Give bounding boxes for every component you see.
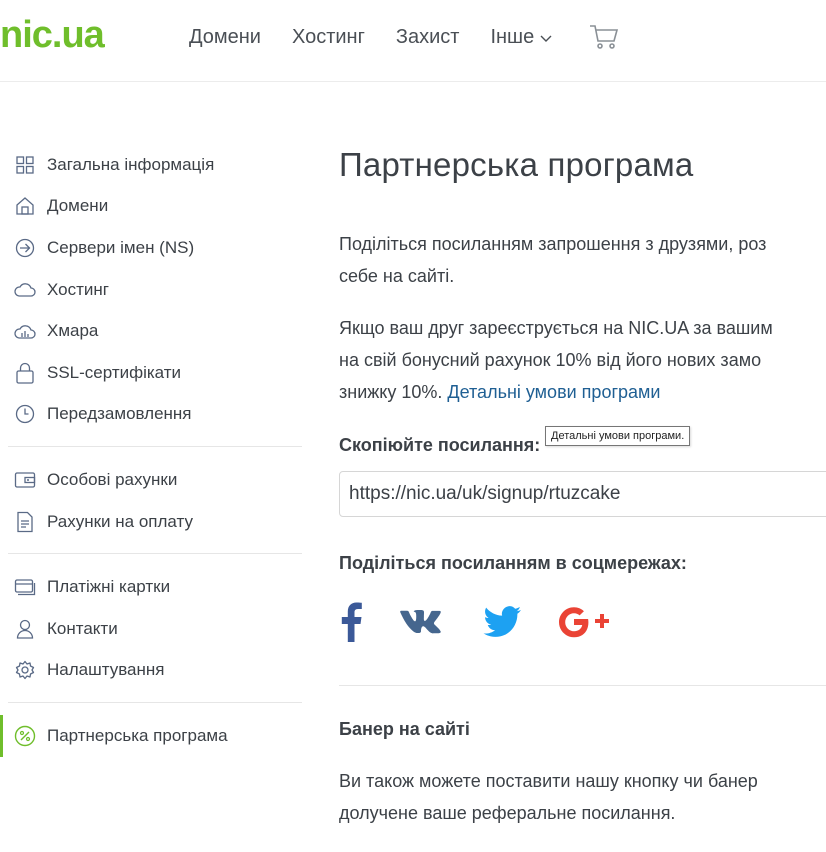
sidebar-item-label: Загальна інформація — [47, 154, 215, 174]
terms-line-prefix: знижку 10%. — [339, 382, 448, 402]
program-terms-link[interactable]: Детальні умови програми — [447, 382, 660, 402]
sidebar-item-partner-program[interactable]: Партнерська програма — [0, 715, 302, 757]
cloud-chart-icon — [14, 320, 36, 342]
logo-ua: ua — [61, 14, 104, 56]
page-title: Партнерська програма — [339, 146, 694, 183]
intro-line: себе на сайті. — [339, 266, 455, 286]
sidebar-item-label: Платіжні картки — [47, 577, 171, 597]
sidebar-divider — [8, 553, 302, 555]
terms-line: на свій бонусний рахунок 10% від його но… — [339, 350, 762, 370]
sidebar-item-label: Налаштування — [47, 660, 165, 680]
cart-icon[interactable] — [589, 24, 619, 50]
gear-icon — [14, 659, 36, 681]
copy-link-heading: Скопіюйте посилання: — [339, 435, 541, 455]
nav-other-label: Інше — [490, 25, 535, 48]
card-icon — [14, 576, 36, 598]
link-tooltip: Детальні умови програми. — [545, 426, 691, 446]
sidebar-item-label: Контакти — [47, 618, 118, 638]
sidebar: Загальна інформація Домени Сервери імен … — [0, 144, 302, 757]
sidebar-item-contacts[interactable]: Контакти — [0, 608, 302, 650]
banner-heading: Банер на сайті — [339, 719, 470, 739]
share-heading: Поділіться посиланням в соцмережах: — [339, 553, 687, 573]
sidebar-item-cloud[interactable]: Хмара — [0, 310, 302, 352]
logo-nic: nic — [0, 14, 53, 56]
sidebar-item-label: Рахунки на оплату — [47, 511, 193, 531]
banner-paragraph: Ви також можете поставити нашу кнопку чи… — [339, 765, 758, 829]
nav-protection[interactable]: Захист — [396, 26, 460, 49]
sidebar-item-label: Особові рахунки — [47, 469, 178, 489]
google-plus-icon[interactable] — [557, 604, 613, 640]
sidebar-item-settings[interactable]: Налаштування — [0, 650, 302, 692]
sidebar-item-invoices[interactable]: Рахунки на оплату — [0, 501, 302, 543]
grid-icon — [14, 154, 36, 176]
sidebar-divider — [8, 702, 302, 704]
terms-line: Якщо ваш друг зареєструється на NIC.UA з… — [339, 318, 773, 338]
cloud-icon — [14, 279, 36, 301]
sidebar-item-general-info[interactable]: Загальна інформація — [0, 144, 302, 186]
nav-domains[interactable]: Домени — [189, 26, 261, 49]
nav-domains-label: Домени — [189, 25, 261, 48]
sidebar-item-label: Хмара — [47, 321, 99, 341]
sidebar-item-domains[interactable]: Домени — [0, 186, 302, 228]
sidebar-item-hosting[interactable]: Хостинг — [0, 269, 302, 311]
arrow-circle-icon — [14, 237, 36, 259]
main-nav: Домени Хостинг Захист Інше — [189, 24, 619, 50]
banner-line: Ви також можете поставити нашу кнопку чи… — [339, 771, 758, 791]
banner-line: долучене ваше реферальне посилання. — [339, 803, 676, 823]
house-icon — [14, 195, 36, 217]
vk-icon[interactable] — [399, 607, 447, 637]
percent-icon — [14, 725, 36, 747]
sidebar-item-accounts[interactable]: Особові рахунки — [0, 459, 302, 501]
sidebar-item-cards[interactable]: Платіжні картки — [0, 566, 302, 608]
referral-link-value: https://nic.ua/uk/signup/rtuzcake — [349, 483, 621, 504]
sidebar-item-ssl[interactable]: SSL-сертифікати — [0, 352, 302, 394]
sidebar-item-preorder[interactable]: Передзамовлення — [0, 394, 302, 436]
terms-line: знижку 10%. Детальні умови програми — [339, 376, 773, 408]
lock-icon — [14, 362, 36, 384]
social-share-buttons — [339, 602, 649, 642]
clock-icon — [14, 403, 36, 425]
terms-paragraph: Якщо ваш друг зареєструється на NIC.UA з… — [339, 312, 773, 408]
sidebar-item-nameservers[interactable]: Сервери імен (NS) — [0, 227, 302, 269]
nav-hosting-label: Хостинг — [291, 25, 365, 48]
user-icon — [14, 618, 36, 640]
sidebar-item-label: Передзамовлення — [47, 404, 192, 424]
chevron-down-icon — [540, 26, 552, 49]
document-icon — [14, 511, 36, 533]
intro-paragraph: Поділіться посиланням запрошення з друзя… — [339, 228, 766, 292]
nav-protection-label: Захист — [395, 25, 460, 48]
main-content: Партнерська програма Поділіться посиланн… — [339, 140, 826, 823]
sidebar-item-label: Сервери імен (NS) — [47, 237, 195, 257]
twitter-icon[interactable] — [483, 606, 521, 638]
sidebar-divider — [8, 446, 302, 448]
facebook-icon[interactable] — [339, 602, 363, 642]
top-header: nic.ua Домени Хостинг Захист Інше — [0, 0, 826, 82]
nav-hosting[interactable]: Хостинг — [292, 26, 365, 49]
sidebar-item-label: SSL-сертифікати — [47, 362, 182, 382]
referral-link-field[interactable]: https://nic.ua/uk/signup/rtuzcake — [339, 471, 826, 517]
sidebar-item-label: Домени — [47, 196, 109, 216]
nicua-logo[interactable]: nic.ua — [0, 14, 105, 57]
intro-line: Поділіться посиланням запрошення з друзя… — [339, 234, 767, 254]
sidebar-item-label: Хостинг — [47, 279, 109, 299]
sidebar-item-label: Партнерська програма — [47, 725, 228, 745]
section-divider — [339, 685, 826, 686]
wallet-icon — [14, 469, 36, 491]
nav-other[interactable]: Інше — [490, 26, 552, 49]
